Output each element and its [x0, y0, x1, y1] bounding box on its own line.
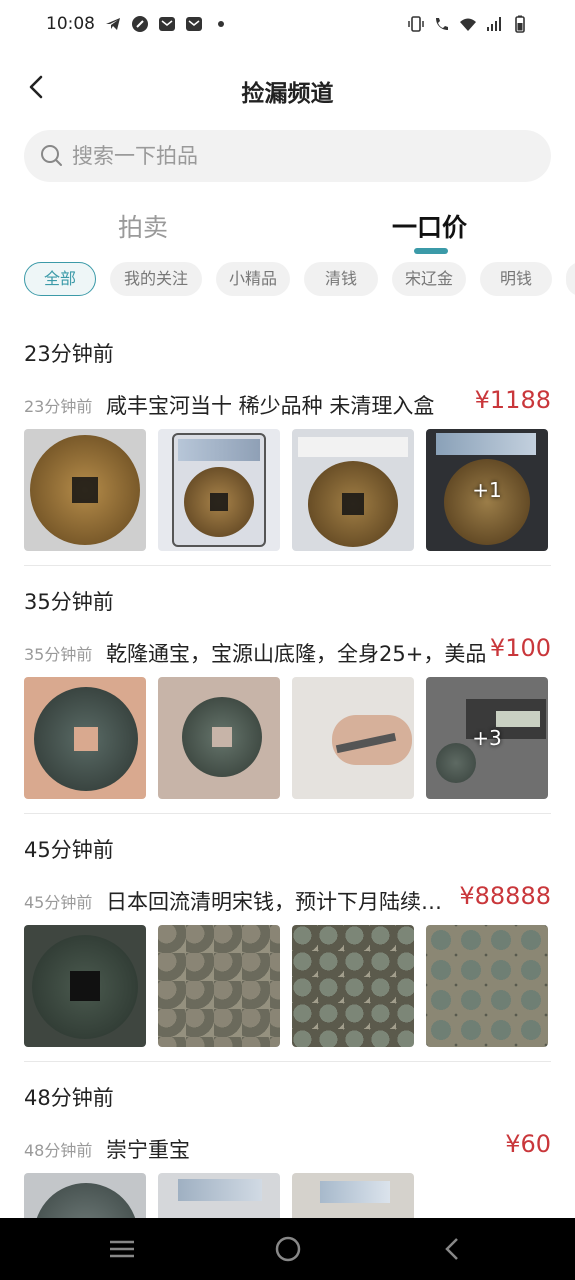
time-header: 35分钟前 — [24, 590, 114, 614]
item-price: ¥1188 — [474, 386, 551, 414]
time-small: 35分钟前 — [24, 645, 93, 664]
item-title: 崇宁重宝 — [106, 1138, 190, 1162]
item-photo[interactable] — [292, 429, 414, 551]
item-photo[interactable] — [292, 1173, 414, 1218]
page-title: 捡漏频道 — [241, 81, 334, 107]
item-photo[interactable] — [158, 429, 280, 551]
vibrate-icon — [408, 16, 424, 32]
item-title: 乾隆通宝，宝源山底隆，全身25+，美品 — [106, 642, 487, 666]
search-bar[interactable] — [24, 130, 551, 182]
more-photos-count: +1 — [472, 478, 502, 502]
item-price: ¥100 — [489, 634, 551, 662]
active-tab-indicator — [414, 248, 448, 254]
category-chips: 全部 我的关注 小精品 清钱 宋辽金 明钱 — [24, 262, 575, 296]
chip-boutique[interactable]: 小精品 — [216, 262, 290, 296]
item-photo[interactable] — [24, 677, 146, 799]
item-photo[interactable] — [158, 925, 280, 1047]
time-header: 48分钟前 — [24, 1086, 114, 1110]
back-icon[interactable] — [438, 1234, 468, 1264]
header: 捡漏频道 — [0, 60, 575, 120]
item-photos: +1 — [24, 429, 548, 551]
item-photos — [24, 1173, 414, 1218]
item-photo[interactable] — [24, 925, 146, 1047]
item-photos: +3 — [24, 677, 548, 799]
telegram-icon — [106, 18, 120, 30]
tab-auction[interactable]: 拍卖 — [118, 208, 168, 244]
item-photo[interactable] — [426, 925, 548, 1047]
system-nav-bar — [0, 1218, 575, 1280]
time-small: 23分钟前 — [24, 397, 93, 416]
search-input[interactable] — [72, 144, 512, 168]
list-item[interactable]: 35分钟前 35分钟前 乾隆通宝，宝源山底隆，全身25+，美品 ¥100 +3 — [0, 566, 575, 814]
app-icon — [132, 16, 148, 32]
time-small: 45分钟前 — [24, 893, 93, 912]
item-photo[interactable] — [158, 1173, 280, 1218]
item-price: ¥88888 — [459, 882, 551, 910]
item-photo[interactable] — [24, 429, 146, 551]
home-icon[interactable] — [273, 1234, 303, 1264]
item-photo[interactable] — [158, 677, 280, 799]
chip-ming-coins[interactable]: 明钱 — [480, 262, 552, 296]
item-photo[interactable] — [24, 1173, 146, 1218]
wifi-icon — [460, 18, 476, 31]
search-icon — [41, 145, 62, 166]
status-time: 10:08 — [46, 14, 95, 34]
mail-icon — [186, 17, 202, 31]
time-header: 45分钟前 — [24, 838, 114, 862]
menu-icon[interactable] — [107, 1234, 137, 1264]
list-item[interactable]: 23分钟前 23分钟前 咸丰宝河当十 稀少品种 未清理入盒 ¥1188 +1 — [0, 318, 575, 566]
item-photo[interactable] — [292, 925, 414, 1047]
tab-fixed-price[interactable]: 一口价 — [392, 208, 467, 244]
item-price: ¥60 — [505, 1130, 551, 1158]
chip-more[interactable] — [566, 262, 575, 296]
item-feed: 23分钟前 23分钟前 咸丰宝河当十 稀少品种 未清理入盒 ¥1188 +1 3… — [0, 318, 575, 1218]
time-header: 23分钟前 — [24, 342, 114, 366]
time-small: 48分钟前 — [24, 1141, 93, 1160]
item-photo[interactable]: +3 — [426, 677, 548, 799]
chip-my-follow[interactable]: 我的关注 — [110, 262, 202, 296]
item-title: 咸丰宝河当十 稀少品种 未清理入盒 — [106, 394, 435, 418]
chip-all[interactable]: 全部 — [24, 262, 96, 296]
mail-icon — [159, 17, 175, 31]
status-bar: 10:08 — [0, 0, 575, 48]
item-photo[interactable]: +1 — [426, 429, 548, 551]
list-item[interactable]: 48分钟前 48分钟前 崇宁重宝 ¥60 — [0, 1062, 575, 1218]
list-item[interactable]: 45分钟前 45分钟前 日本回流清明宋钱，预计下月陆续到货 ¥88888 — [0, 814, 575, 1062]
dot-icon — [218, 21, 224, 27]
item-photo[interactable] — [292, 677, 414, 799]
chip-song-liao-jin[interactable]: 宋辽金 — [392, 262, 466, 296]
more-photos-count: +3 — [472, 726, 502, 750]
item-photos — [24, 925, 548, 1047]
signal-icon — [487, 17, 501, 31]
tab-bar: 拍卖 一口价 — [0, 208, 575, 254]
battery-icon — [515, 15, 525, 33]
chip-qing-coins[interactable]: 清钱 — [304, 262, 378, 296]
item-title: 日本回流清明宋钱，预计下月陆续到货 — [106, 890, 450, 914]
wifi-call-icon — [436, 18, 448, 30]
